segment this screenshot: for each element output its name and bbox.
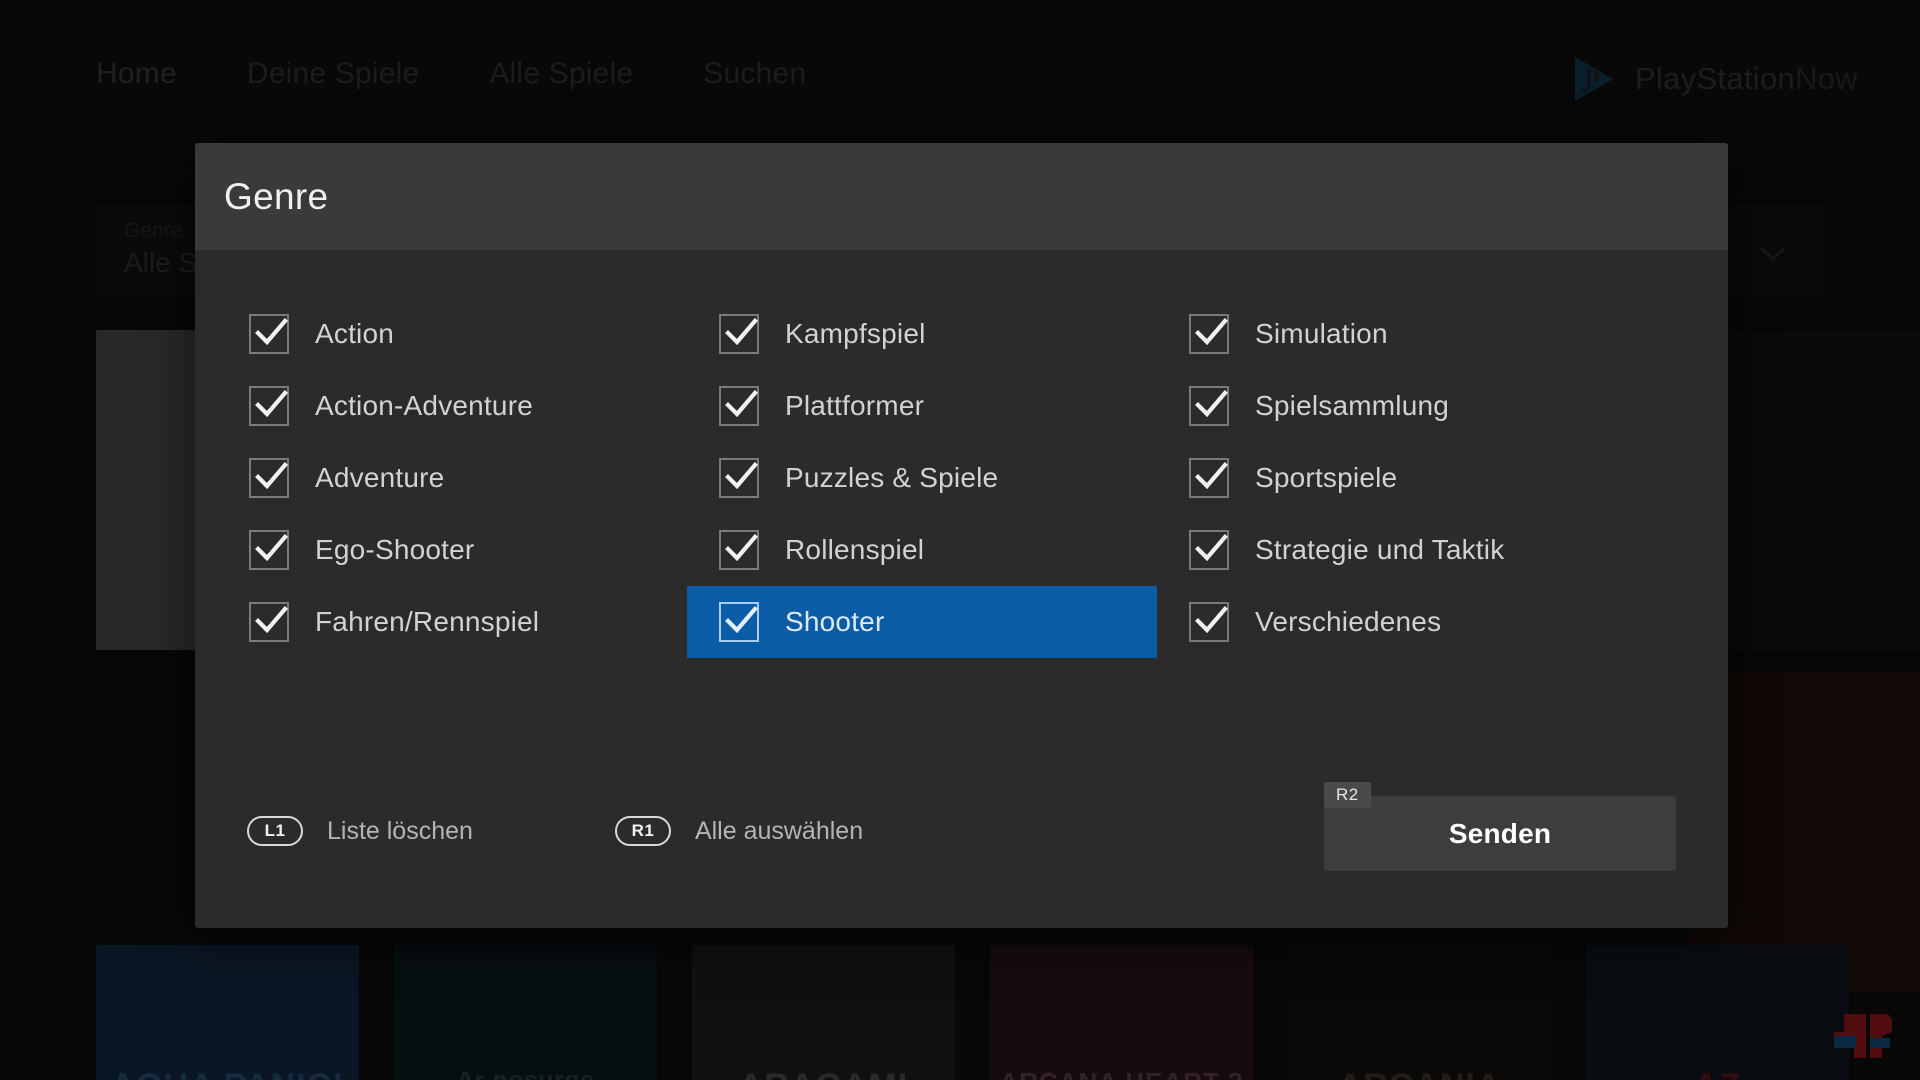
genre-column-2: Kampfspiel Plattformer Puzzles & Spiele … [687,298,1157,658]
modal-body: Action Action-Adventure Adventure Ego-Sh… [195,250,1728,928]
genre-option-label: Ego-Shooter [315,534,474,566]
genre-option-action-adventure[interactable]: Action-Adventure [217,370,687,442]
genre-option-label: Action-Adventure [315,390,533,422]
genre-option-adventure[interactable]: Adventure [217,442,687,514]
genre-option-shooter[interactable]: Shooter [687,586,1157,658]
hint-clear-list[interactable]: L1 Liste löschen [247,816,473,846]
genre-option-label: Sportspiele [1255,462,1397,494]
genre-option-strategie-und-taktik[interactable]: Strategie und Taktik [1157,514,1627,586]
hint-select-all[interactable]: R1 Alle auswählen [615,816,863,846]
screen-root: Home Deine Spiele Alle Spiele Suchen Pla… [0,0,1920,1080]
genre-option-spielsammlung[interactable]: Spielsammlung [1157,370,1627,442]
genre-option-label: Kampfspiel [785,318,926,350]
modal-title: Genre [224,176,328,218]
checkbox-checked-icon[interactable] [719,386,759,426]
genre-option-ego-shooter[interactable]: Ego-Shooter [217,514,687,586]
genre-option-rollenspiel[interactable]: Rollenspiel [687,514,1157,586]
genre-option-label: Plattformer [785,390,924,422]
checkbox-checked-icon[interactable] [249,386,289,426]
checkbox-checked-icon[interactable] [1189,458,1229,498]
genre-option-label: Rollenspiel [785,534,924,566]
checkbox-checked-icon[interactable] [719,458,759,498]
genre-option-label: Simulation [1255,318,1388,350]
genre-option-kampfspiel[interactable]: Kampfspiel [687,298,1157,370]
genre-options-grid: Action Action-Adventure Adventure Ego-Sh… [195,298,1728,658]
genre-option-label: Fahren/Rennspiel [315,606,539,638]
r2-button-badge: R2 [1324,782,1371,808]
genre-option-label: Puzzles & Spiele [785,462,998,494]
checkbox-checked-icon[interactable] [719,314,759,354]
checkbox-checked-icon[interactable] [249,602,289,642]
checkbox-checked-icon[interactable] [1189,314,1229,354]
genre-option-fahren-rennspiel[interactable]: Fahren/Rennspiel [217,586,687,658]
genre-option-simulation[interactable]: Simulation [1157,298,1627,370]
checkbox-checked-icon[interactable] [1189,386,1229,426]
genre-column-3: Simulation Spielsammlung Sportspiele Str… [1157,298,1627,658]
checkbox-checked-icon[interactable] [719,530,759,570]
submit-button[interactable]: Senden [1324,796,1676,871]
checkbox-checked-icon[interactable] [249,530,289,570]
hint-label: Liste löschen [327,817,473,846]
controller-hints: L1 Liste löschen R1 Alle auswählen [247,816,863,846]
genre-option-sportspiele[interactable]: Sportspiele [1157,442,1627,514]
submit-button-wrapper: R2 Senden [1324,796,1676,871]
genre-option-verschiedenes[interactable]: Verschiedenes [1157,586,1627,658]
genre-option-label: Verschiedenes [1255,606,1441,638]
genre-option-label: Adventure [315,462,444,494]
checkbox-checked-icon[interactable] [719,602,759,642]
r1-button-icon: R1 [615,816,671,846]
genre-option-plattformer[interactable]: Plattformer [687,370,1157,442]
genre-option-label: Shooter [785,606,884,638]
genre-option-label: Strategie und Taktik [1255,534,1504,566]
checkbox-checked-icon[interactable] [1189,530,1229,570]
checkbox-checked-icon[interactable] [249,314,289,354]
genre-option-label: Spielsammlung [1255,390,1449,422]
l1-button-icon: L1 [247,816,303,846]
genre-column-1: Action Action-Adventure Adventure Ego-Sh… [217,298,687,658]
checkbox-checked-icon[interactable] [249,458,289,498]
genre-filter-modal: Genre Action Action-Adventure Ad [195,143,1728,928]
hint-label: Alle auswählen [695,817,863,846]
checkbox-checked-icon[interactable] [1189,602,1229,642]
genre-option-label: Action [315,318,394,350]
modal-header: Genre [195,143,1728,250]
modal-footer: L1 Liste löschen R1 Alle auswählen R2 Se… [195,760,1728,928]
genre-option-puzzles-spiele[interactable]: Puzzles & Spiele [687,442,1157,514]
genre-option-action[interactable]: Action [217,298,687,370]
